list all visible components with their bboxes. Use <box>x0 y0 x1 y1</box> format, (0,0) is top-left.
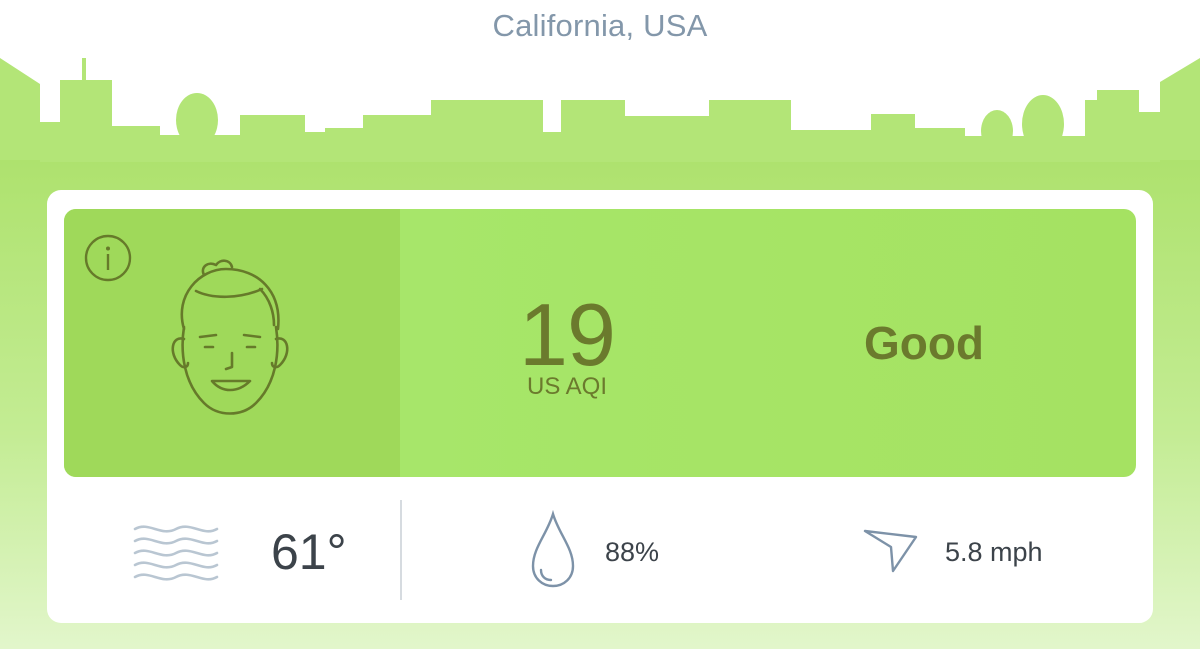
aqi-status-label: Good <box>863 317 985 369</box>
humidity-value: 88% <box>605 537 660 567</box>
air-quality-card: 19 US AQI Good 61° 88% 5.8 mph <box>47 190 1153 623</box>
location-title: California, USA <box>492 8 708 43</box>
temperature-value: 61° <box>271 524 347 580</box>
aqi-value: 19 <box>519 285 616 384</box>
wind-direction-arrow-icon <box>863 529 918 573</box>
info-icon[interactable] <box>83 233 133 283</box>
face-box <box>64 209 400 477</box>
aqi-unit-label: US AQI <box>526 373 608 400</box>
smiling-face-icon <box>171 259 289 415</box>
aqi-panel[interactable]: 19 US AQI Good <box>64 209 1136 477</box>
wavy-lines-icon <box>133 525 219 581</box>
stats-divider <box>400 500 402 600</box>
water-drop-icon <box>531 510 575 588</box>
wind-speed-value: 5.8 mph <box>945 537 1043 567</box>
weather-stats-row: 61° 88% 5.8 mph <box>47 495 1153 605</box>
